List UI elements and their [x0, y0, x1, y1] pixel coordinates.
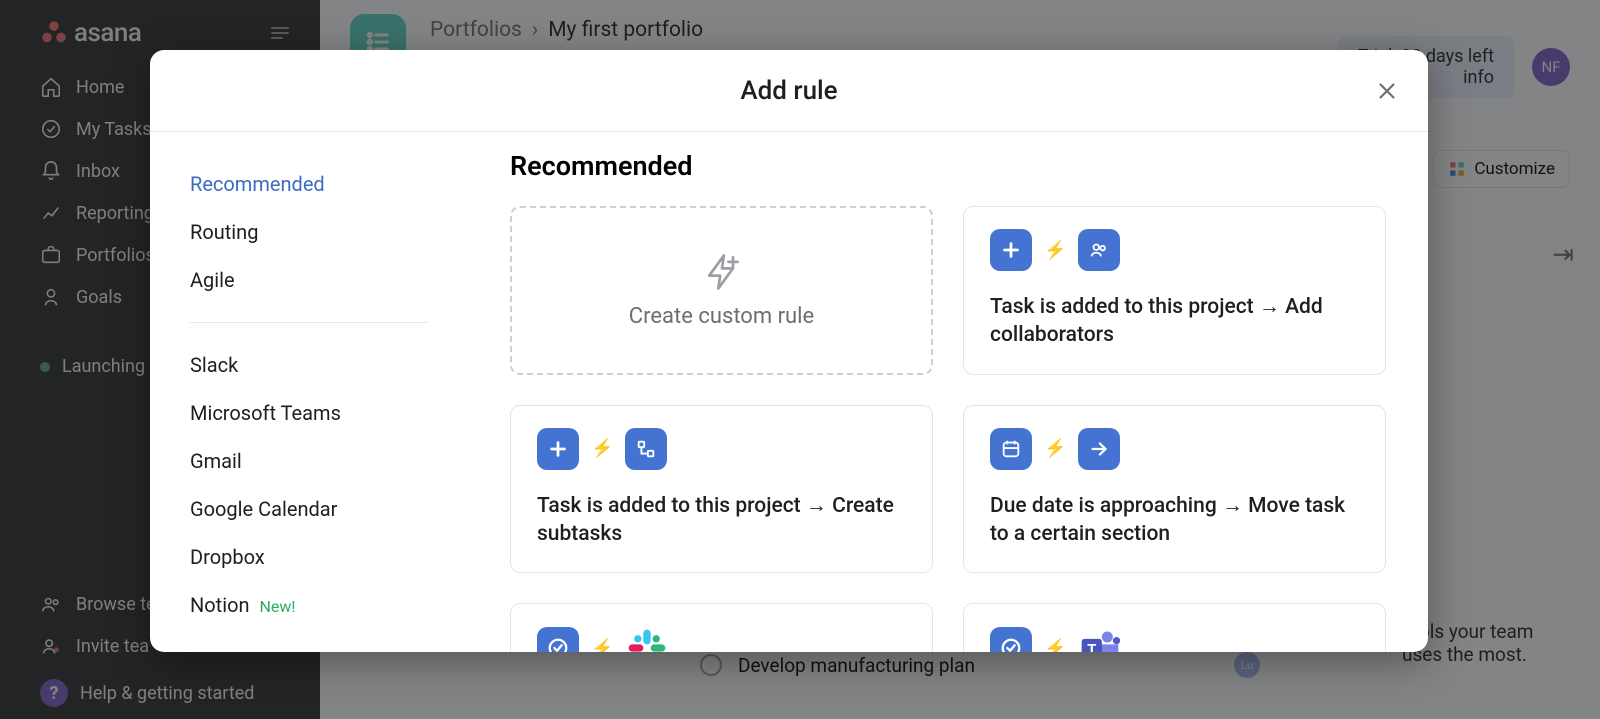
integration-teams[interactable]: Microsoft Teams [190, 389, 428, 437]
modal-sidebar: Recommended Routing Agile Slack Microsof… [150, 132, 468, 652]
check-icon [990, 627, 1032, 652]
lightning-plus-icon [700, 250, 744, 294]
slack-icon [625, 626, 669, 652]
rule-card-slack[interactable]: ⚡ [510, 603, 933, 652]
plus-icon [537, 428, 579, 470]
bolt-icon: ⚡ [1044, 438, 1066, 459]
rule-card-teams[interactable]: ⚡ T [963, 603, 1386, 652]
divider [190, 322, 428, 323]
check-icon [537, 627, 579, 652]
category-recommended[interactable]: Recommended [190, 160, 428, 208]
category-routing[interactable]: Routing [190, 208, 428, 256]
category-agile[interactable]: Agile [190, 256, 428, 304]
section-title: Recommended [510, 150, 1386, 182]
collaborators-icon [1078, 229, 1120, 271]
subtasks-icon [625, 428, 667, 470]
bolt-icon: ⚡ [591, 638, 613, 652]
rule-card-create-subtasks[interactable]: ⚡ Task is added to this project → Create… [510, 405, 933, 574]
new-badge: New! [259, 597, 295, 616]
modal-title: Add rule [740, 76, 837, 106]
custom-rule-label: Create custom rule [629, 304, 814, 329]
close-icon[interactable] [1374, 78, 1400, 104]
rule-card-text: Task is added to this project → Add coll… [990, 293, 1359, 350]
integration-gmail[interactable]: Gmail [190, 437, 428, 485]
modal-header: Add rule [150, 50, 1428, 132]
bolt-icon: ⚡ [591, 438, 613, 459]
modal-content: Recommended Create custom rule ⚡ Task is… [468, 132, 1428, 652]
integration-dropbox[interactable]: Dropbox [190, 533, 428, 581]
bolt-icon: ⚡ [1044, 638, 1066, 652]
integration-label: Notion [190, 593, 250, 617]
rule-card-text: Task is added to this project → Create s… [537, 492, 906, 549]
ms-teams-icon: T [1078, 626, 1122, 652]
integration-gcal[interactable]: Google Calendar [190, 485, 428, 533]
integration-slack[interactable]: Slack [190, 341, 428, 389]
rule-card-text: Due date is approaching → Move task to a… [990, 492, 1359, 549]
create-custom-rule-card[interactable]: Create custom rule [510, 206, 933, 375]
rule-card-add-collaborators[interactable]: ⚡ Task is added to this project → Add co… [963, 206, 1386, 375]
add-rule-modal: Add rule Recommended Routing Agile Slack… [150, 50, 1428, 652]
arrow-right-icon [1078, 428, 1120, 470]
svg-text:T: T [1088, 641, 1097, 652]
integration-notion[interactable]: Notion New! [190, 581, 428, 629]
plus-icon [990, 229, 1032, 271]
bolt-icon: ⚡ [1044, 240, 1066, 261]
calendar-icon [990, 428, 1032, 470]
rule-card-move-section[interactable]: ⚡ Due date is approaching → Move task to… [963, 405, 1386, 574]
